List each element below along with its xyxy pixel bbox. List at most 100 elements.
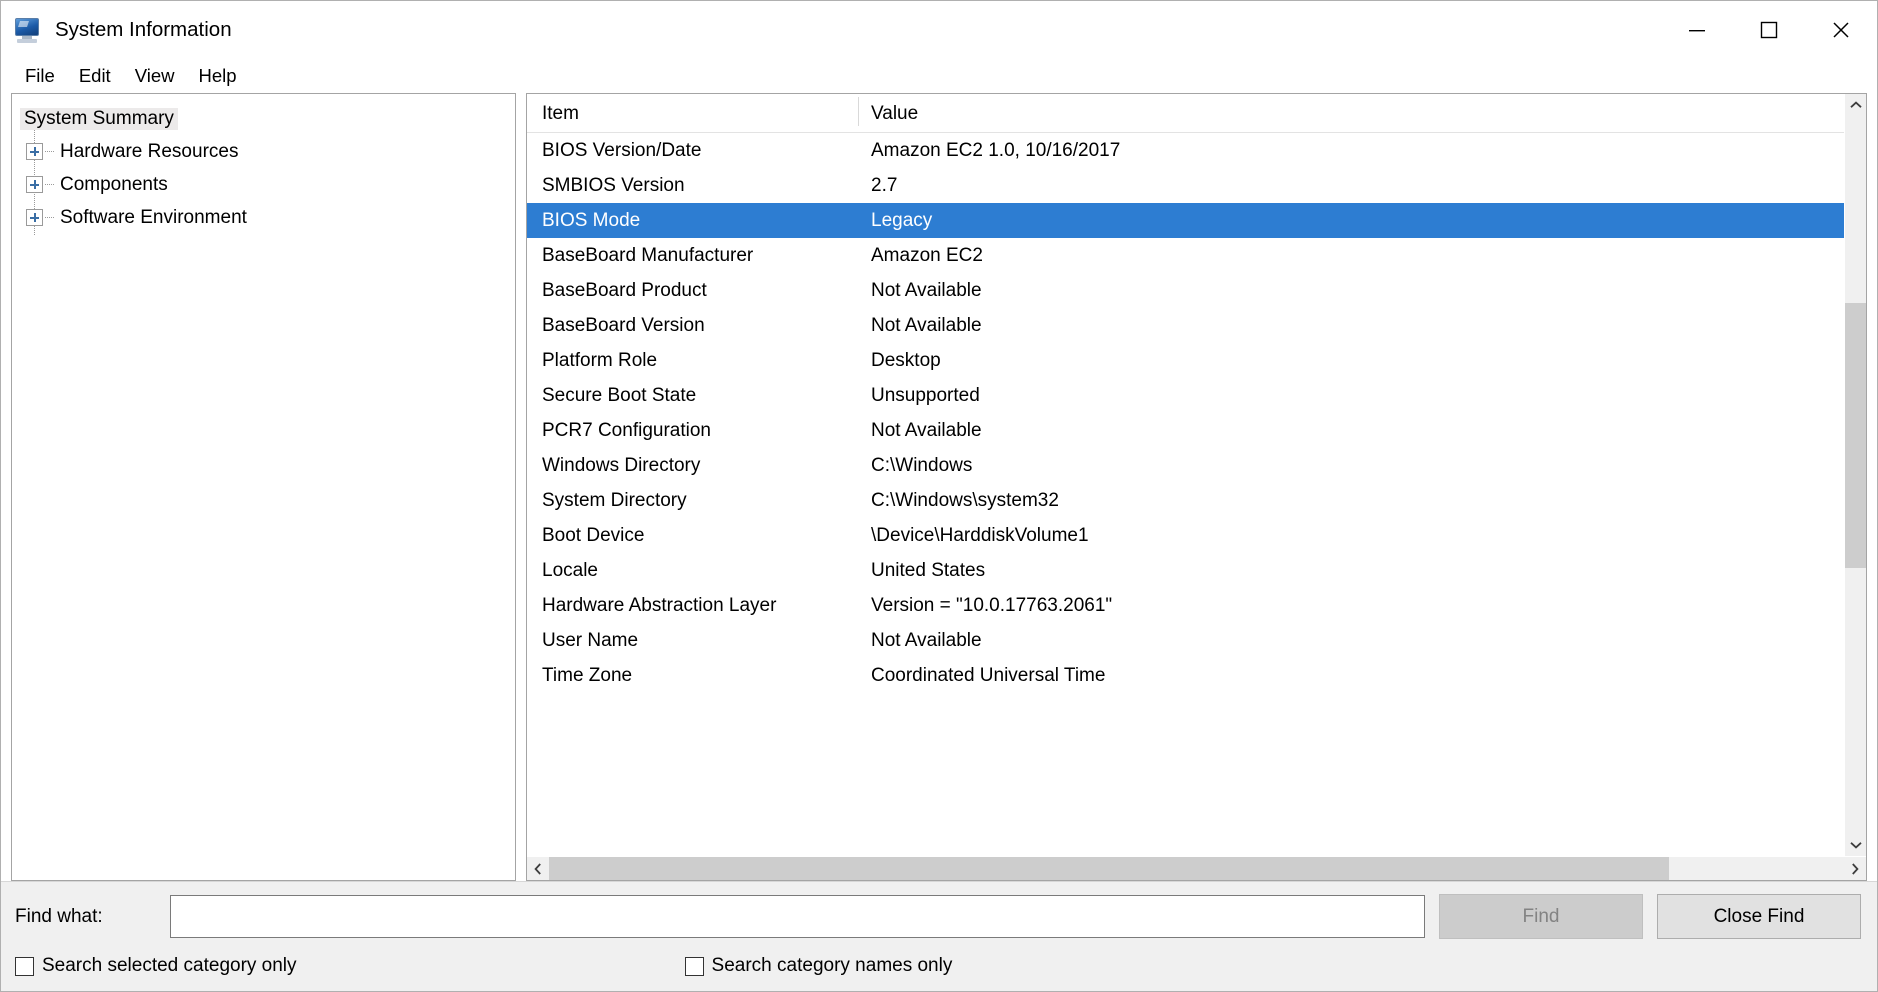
menu-bar: File Edit View Help: [1, 59, 1877, 93]
tree-item-label: Software Environment: [56, 207, 251, 229]
close-button[interactable]: [1805, 1, 1877, 59]
tree-item-label: Hardware Resources: [56, 141, 242, 163]
find-row: Find what: Find Close Find: [15, 894, 1861, 939]
category-tree-pane: System Summary Hardware Resources Compon…: [11, 93, 516, 881]
checkbox-box-icon: [15, 957, 34, 976]
tree-item-software-environment[interactable]: Software Environment: [12, 201, 515, 234]
checkbox-label: Search selected category only: [42, 955, 297, 977]
cell-value: Not Available: [859, 420, 1844, 442]
menu-item-view[interactable]: View: [123, 63, 187, 89]
cell-item: BIOS Version/Date: [527, 140, 859, 162]
cell-item: BaseBoard Version: [527, 315, 859, 337]
cell-value: Not Available: [859, 280, 1844, 302]
cell-value: United States: [859, 560, 1844, 582]
cell-item: System Directory: [527, 490, 859, 512]
checkbox-label: Search category names only: [712, 955, 953, 977]
tree-connector-dash: [45, 184, 54, 185]
vertical-scroll-track[interactable]: [1845, 116, 1866, 834]
tree-item-hardware-resources[interactable]: Hardware Resources: [12, 135, 515, 168]
cell-value: Legacy: [859, 210, 1844, 232]
cell-value: Amazon EC2: [859, 245, 1844, 267]
chevron-up-icon: [1850, 101, 1862, 109]
cell-item: BaseBoard Product: [527, 280, 859, 302]
cell-item: Platform Role: [527, 350, 859, 372]
cell-item: User Name: [527, 630, 859, 652]
expand-plus-icon[interactable]: [26, 209, 43, 226]
table-row[interactable]: BaseBoard ManufacturerAmazon EC2: [527, 238, 1844, 273]
find-button[interactable]: Find: [1439, 894, 1643, 939]
vertical-scroll-thumb[interactable]: [1845, 303, 1866, 569]
chevron-down-icon: [1850, 841, 1862, 849]
table-row[interactable]: Hardware Abstraction LayerVersion = "10.…: [527, 588, 1844, 623]
vertical-scrollbar[interactable]: [1844, 94, 1866, 856]
details-table: Item Value BIOS Version/DateAmazon EC2 1…: [527, 94, 1844, 856]
maximize-button[interactable]: [1733, 1, 1805, 59]
table-row[interactable]: LocaleUnited States: [527, 553, 1844, 588]
cell-value: Version = "10.0.17763.2061": [859, 595, 1844, 617]
table-row[interactable]: Platform RoleDesktop: [527, 343, 1844, 378]
find-input[interactable]: [170, 895, 1425, 938]
window-title: System Information: [55, 18, 232, 42]
cell-item: Windows Directory: [527, 455, 859, 477]
menu-item-edit[interactable]: Edit: [67, 63, 123, 89]
cell-item: Boot Device: [527, 525, 859, 547]
minimize-button[interactable]: [1661, 1, 1733, 59]
tree-item-components[interactable]: Components: [12, 168, 515, 201]
category-tree: System Summary Hardware Resources Compon…: [12, 94, 515, 234]
tree-item-label: Components: [56, 174, 172, 196]
horizontal-scrollbar[interactable]: [527, 856, 1866, 880]
find-what-label: Find what:: [15, 906, 170, 928]
chevron-left-icon: [534, 863, 542, 875]
pane-splitter[interactable]: [516, 93, 526, 881]
table-row[interactable]: BIOS ModeLegacy: [527, 203, 1844, 238]
table-rows: BIOS Version/DateAmazon EC2 1.0, 10/16/2…: [527, 133, 1844, 693]
cell-item: Locale: [527, 560, 859, 582]
table-row[interactable]: User NameNot Available: [527, 623, 1844, 658]
table-row[interactable]: BaseBoard VersionNot Available: [527, 308, 1844, 343]
find-bar: Find what: Find Close Find Search select…: [1, 881, 1877, 991]
cell-value: Unsupported: [859, 385, 1844, 407]
cell-value: C:\Windows: [859, 455, 1844, 477]
table-row[interactable]: BaseBoard ProductNot Available: [527, 273, 1844, 308]
cell-value: Coordinated Universal Time: [859, 665, 1844, 687]
search-category-names-checkbox[interactable]: Search category names only: [685, 955, 953, 977]
table-row[interactable]: System DirectoryC:\Windows\system32: [527, 483, 1844, 518]
table-row[interactable]: Boot Device\Device\HarddiskVolume1: [527, 518, 1844, 553]
content-area: System Summary Hardware Resources Compon…: [1, 93, 1877, 881]
expand-plus-icon[interactable]: [26, 143, 43, 160]
minimize-icon: [1686, 19, 1708, 41]
tree-connector-dash: [45, 217, 54, 218]
horizontal-scroll-track[interactable]: [549, 857, 1844, 880]
menu-item-help[interactable]: Help: [186, 63, 248, 89]
menu-item-file[interactable]: File: [13, 63, 67, 89]
tree-item-label: System Summary: [20, 108, 178, 130]
search-selected-category-checkbox[interactable]: Search selected category only: [15, 955, 297, 977]
close-icon: [1830, 19, 1852, 41]
horizontal-scroll-thumb[interactable]: [549, 857, 1669, 880]
chevron-right-icon: [1851, 863, 1859, 875]
scroll-down-button[interactable]: [1845, 834, 1866, 856]
table-row[interactable]: Secure Boot StateUnsupported: [527, 378, 1844, 413]
details-list-pane: Item Value BIOS Version/DateAmazon EC2 1…: [526, 93, 1867, 881]
table-row[interactable]: PCR7 ConfigurationNot Available: [527, 413, 1844, 448]
column-header-item[interactable]: Item: [527, 103, 859, 125]
table-header: Item Value: [527, 94, 1844, 133]
scroll-left-button[interactable]: [527, 857, 549, 880]
cell-value: 2.7: [859, 175, 1844, 197]
cell-value: Not Available: [859, 630, 1844, 652]
table-row[interactable]: SMBIOS Version2.7: [527, 168, 1844, 203]
caption-buttons: [1661, 1, 1877, 59]
tree-item-system-summary[interactable]: System Summary: [12, 102, 515, 135]
close-find-button[interactable]: Close Find: [1657, 894, 1861, 939]
cell-value: \Device\HarddiskVolume1: [859, 525, 1844, 547]
system-information-icon: [15, 17, 41, 43]
scroll-right-button[interactable]: [1844, 857, 1866, 880]
table-row[interactable]: Time ZoneCoordinated Universal Time: [527, 658, 1844, 693]
table-row[interactable]: Windows DirectoryC:\Windows: [527, 448, 1844, 483]
expand-plus-icon[interactable]: [26, 176, 43, 193]
table-row[interactable]: BIOS Version/DateAmazon EC2 1.0, 10/16/2…: [527, 133, 1844, 168]
title-bar: System Information: [1, 1, 1877, 59]
scroll-up-button[interactable]: [1845, 94, 1866, 116]
column-header-value[interactable]: Value: [859, 103, 1844, 125]
tree-connector-dash: [45, 151, 54, 152]
